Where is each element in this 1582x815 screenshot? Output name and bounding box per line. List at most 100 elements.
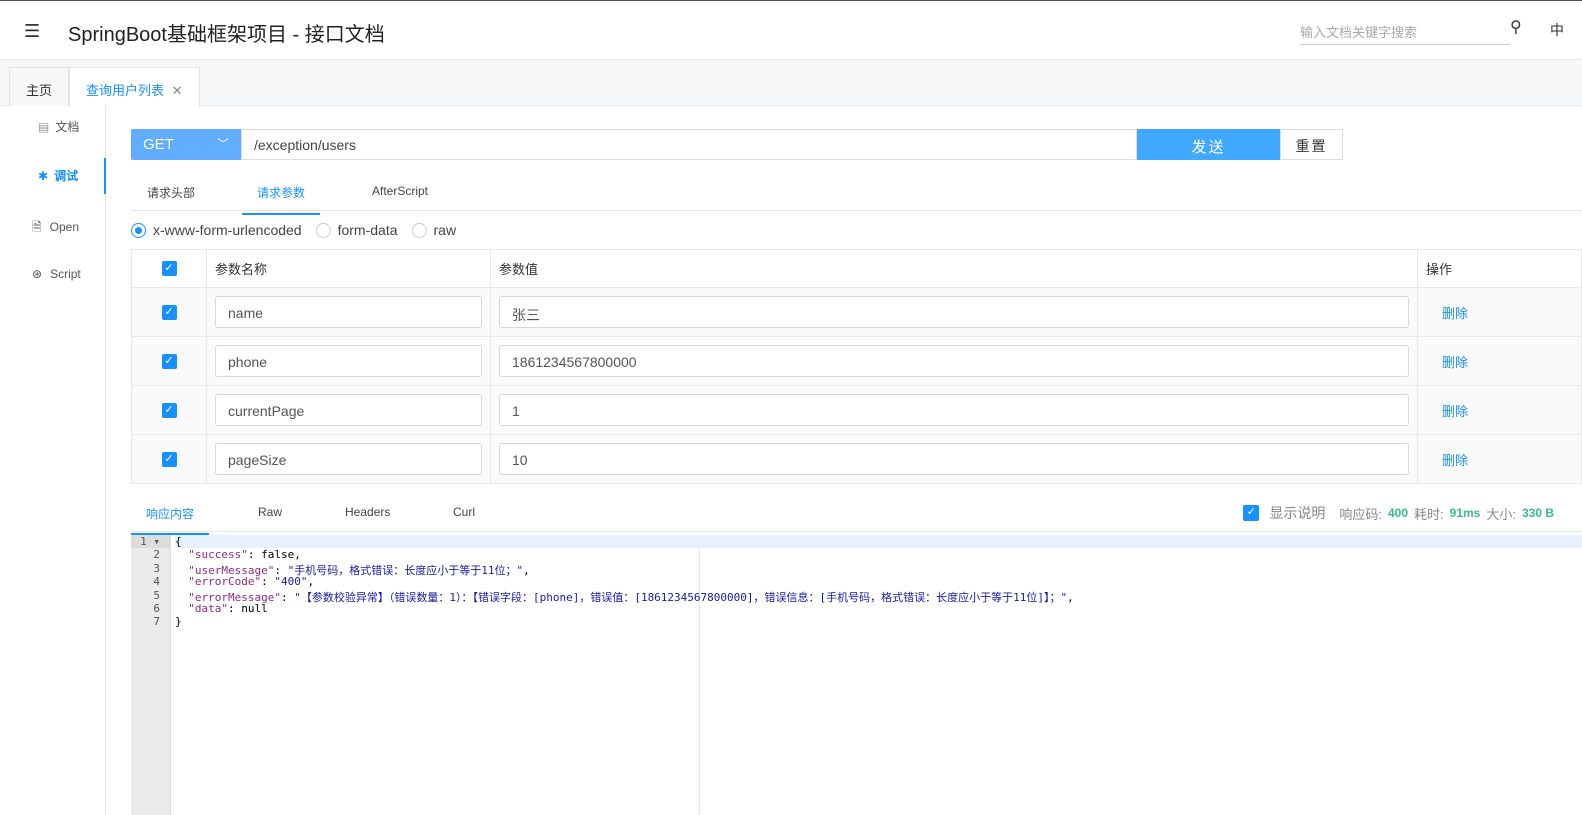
name-cell: currentPage — [206, 385, 491, 435]
name-cell: pageSize — [206, 434, 491, 484]
sidebar: ▤ 文档 ✱ 调试 🗎 Open ⊛ Script — [0, 106, 106, 815]
code-line: "userMessage": "手机号码，格式错误：长度应小于等于11位；", — [188, 563, 530, 577]
sidebar-item-open[interactable]: 🗎 Open — [0, 218, 106, 239]
response-size: 330 B — [1521, 506, 1554, 520]
response-editor[interactable]: 1 ▾ 2 3 4 5 6 7 { "success": false, "user… — [131, 535, 1582, 815]
name-cell: phone — [206, 336, 491, 386]
code-line: } — [175, 615, 182, 629]
radio-label: raw — [433, 222, 457, 238]
send-button[interactable]: 发送 — [1137, 129, 1280, 160]
reset-button[interactable]: 重置 — [1280, 129, 1343, 160]
delete-link[interactable]: 删除 — [1417, 336, 1582, 386]
json-key: "data" — [188, 601, 228, 615]
request-bar: GET ﹀ /exception/users 发送 重置 — [131, 129, 1343, 160]
size-label: 大小: — [1486, 506, 1516, 522]
request-tabs: 请求头部 请求参数 AfterScript — [131, 172, 1582, 215]
close-icon[interactable]: ✕ — [172, 83, 183, 98]
delete-link[interactable]: 删除 — [1417, 287, 1582, 337]
sidebar-item-label: 文档 — [55, 120, 80, 134]
tab-raw[interactable]: Raw — [258, 505, 282, 519]
line-number: 2 — [153, 548, 160, 562]
row-checkbox[interactable]: ✓ — [161, 451, 177, 467]
tab-home[interactable]: 主页 — [9, 67, 70, 106]
value-cell: 张三 — [490, 287, 1418, 337]
value-cell: 1861234567800000 — [490, 336, 1418, 386]
json-value: "【参数校验异常】（错误数量：1）：【错误字段：[phone]，错误值：[186… — [294, 590, 1068, 604]
row-check-cell: ✓ — [131, 434, 207, 484]
method-select[interactable]: GET ﹀ — [131, 129, 241, 160]
param-name-input[interactable]: currentPage — [215, 394, 482, 426]
menu-toggle-icon[interactable]: ☰ — [24, 21, 40, 42]
sidebar-item-doc[interactable]: ▤ 文档 — [0, 118, 106, 135]
tab-curl[interactable]: Curl — [453, 505, 475, 519]
tab-afterscript[interactable]: AfterScript — [372, 184, 428, 198]
code-icon: ⊛ — [32, 267, 43, 281]
param-name-input[interactable]: phone — [215, 345, 482, 377]
radio-label: form-data — [337, 222, 398, 238]
radio-circle[interactable] — [411, 222, 427, 238]
select-all-checkbox[interactable]: ✓ — [161, 261, 177, 276]
table-row: ✓ phone 1861234567800000 删除 — [131, 336, 1582, 386]
radio-form-data[interactable]: form-data — [315, 222, 398, 238]
language-switch[interactable]: 中 — [1550, 20, 1564, 40]
top-header: ☰ SpringBoot基础框架项目 - 接口文档 输入文档关键字搜索 ⚲ 中 — [0, 0, 1582, 60]
url-input[interactable]: /exception/users — [241, 129, 1137, 160]
table-row: ✓ currentPage 1 删除 — [131, 385, 1582, 435]
show-desc-checkbox[interactable]: ✓ — [1243, 505, 1260, 521]
file-icon: 🗎 — [32, 220, 42, 234]
radio-label: x-www-form-urlencoded — [153, 222, 302, 238]
document-icon: ▤ — [38, 120, 50, 134]
time-label: 耗时: — [1414, 506, 1444, 522]
code-line: { — [175, 535, 1582, 549]
param-value-input[interactable]: 1 — [499, 394, 1409, 426]
param-value-input[interactable]: 1861234567800000 — [499, 345, 1409, 377]
params-table: ✓ 参数名称 参数值 操作 ✓ name 张三 删除 ✓ phone 186123… — [131, 249, 1582, 484]
app-title: SpringBoot基础框架项目 - 接口文档 — [68, 24, 385, 46]
line-number: 6 — [153, 601, 160, 615]
json-value: null — [241, 601, 268, 615]
row-checkbox[interactable]: ✓ — [161, 353, 177, 369]
line-gutter: 1 ▾ 2 3 4 5 6 7 — [131, 535, 171, 815]
show-desc-label: 显示说明 — [1269, 505, 1326, 521]
tab-response-content[interactable]: 响应内容 — [131, 505, 210, 535]
tab-bar: 主页 查询用户列表 ✕ — [0, 61, 1582, 107]
param-value-input[interactable]: 10 — [499, 443, 1409, 475]
code-line: "errorCode": "400", — [188, 575, 315, 589]
json-key: "success" — [188, 548, 248, 562]
value-cell: 10 — [490, 434, 1418, 484]
radio-raw[interactable]: raw — [411, 222, 457, 238]
tab-label: 主页 — [26, 83, 53, 98]
param-name-input[interactable]: pageSize — [215, 443, 482, 475]
radio-circle[interactable] — [315, 222, 331, 238]
row-check-cell: ✓ — [131, 336, 207, 386]
search-icon[interactable]: ⚲ — [1510, 17, 1522, 37]
radio-urlencoded[interactable]: x-www-form-urlencoded — [131, 222, 302, 238]
search-input[interactable]: 输入文档关键字搜索 — [1300, 15, 1510, 45]
row-check-cell: ✓ — [131, 287, 207, 337]
row-checkbox[interactable]: ✓ — [161, 304, 177, 320]
tab-headers[interactable]: Headers — [345, 505, 390, 519]
sidebar-item-script[interactable]: ⊛ Script — [0, 267, 106, 281]
response-status: ✓ 显示说明 响应码: 400 耗时: 91ms 大小: 330 B — [1243, 503, 1554, 523]
code-label: 响应码: — [1339, 506, 1382, 522]
select-all-cell: ✓ — [131, 249, 207, 288]
delete-link[interactable]: 删除 — [1417, 434, 1582, 484]
param-value-input[interactable]: 张三 — [499, 296, 1409, 328]
delete-link[interactable]: 删除 — [1417, 385, 1582, 435]
line-number: 5 — [153, 588, 160, 602]
value-cell: 1 — [490, 385, 1418, 435]
sidebar-item-label: Open — [49, 220, 80, 234]
tab-request-headers[interactable]: 请求头部 — [147, 184, 195, 201]
response-time: 91ms — [1449, 506, 1481, 520]
method-value: GET — [143, 136, 174, 153]
json-value: false, — [261, 548, 301, 562]
tab-query-user-list[interactable]: 查询用户列表 ✕ — [69, 67, 200, 107]
body-type-group: x-www-form-urlencoded form-data raw — [131, 222, 456, 238]
tab-request-params[interactable]: 请求参数 — [242, 184, 321, 215]
table-row: ✓ pageSize 10 删除 — [131, 434, 1582, 484]
line-number: 1 ▾ — [131, 535, 170, 549]
sidebar-item-debug[interactable]: ✱ 调试 — [0, 158, 106, 194]
row-checkbox[interactable]: ✓ — [161, 402, 177, 418]
radio-circle[interactable] — [131, 222, 146, 238]
param-name-input[interactable]: name — [215, 296, 482, 328]
